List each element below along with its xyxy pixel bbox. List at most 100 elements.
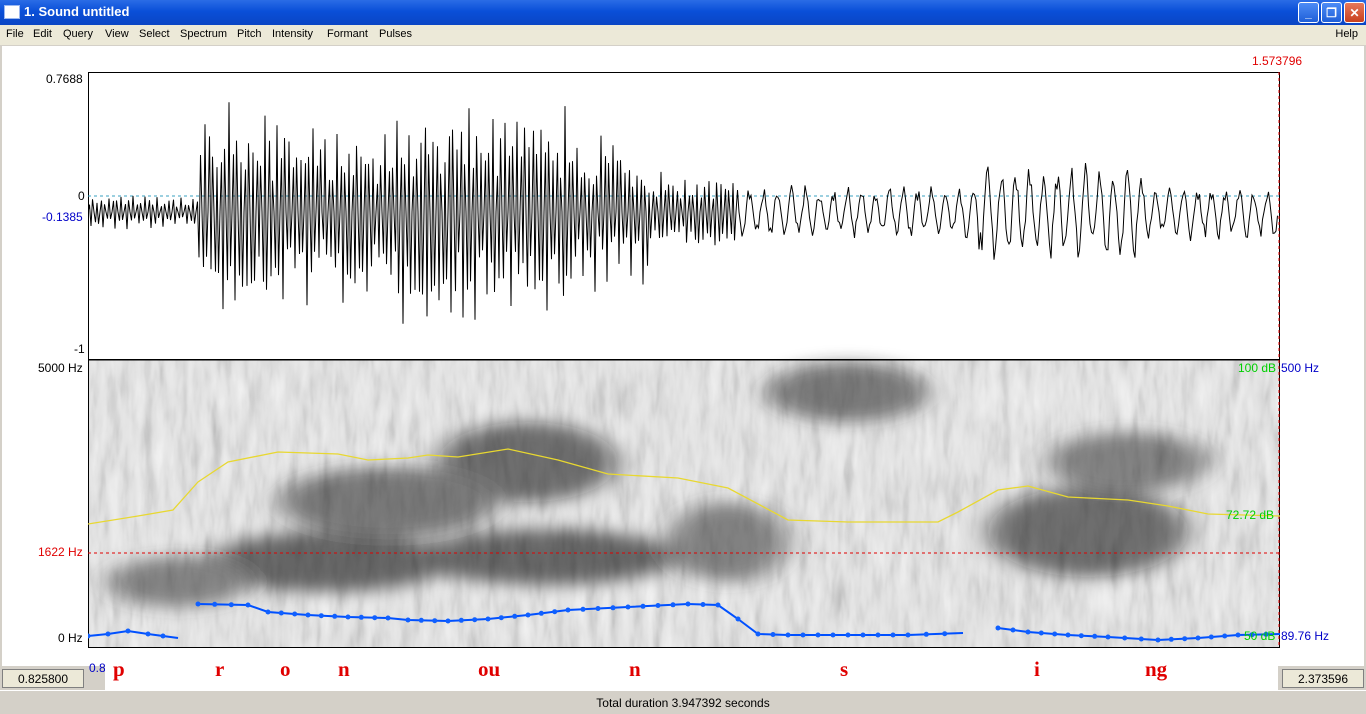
segment-label[interactable]: p — [113, 657, 125, 682]
pitch-marker — [1025, 629, 1031, 635]
waveform-min-label: -1 — [74, 342, 85, 356]
menu-help[interactable]: Help — [1335, 28, 1358, 40]
pitch-marker — [815, 632, 821, 638]
pitch-marker — [1092, 633, 1098, 639]
plot-svg: 100 dB 72.72 dB 50 dB — [88, 72, 1280, 648]
pitch-marker — [332, 613, 338, 619]
menu-intensity[interactable]: Intensity — [272, 28, 313, 40]
pitch-marker — [640, 603, 646, 609]
pitch-marker — [358, 614, 364, 620]
app-icon — [4, 5, 20, 19]
pitch-value-label: 89.76 Hz — [1281, 629, 1330, 643]
pitch-marker — [735, 616, 741, 622]
pitch-marker — [845, 632, 851, 638]
segment-label[interactable]: s — [840, 657, 848, 682]
total-duration[interactable]: Total duration 3.947392 seconds — [0, 696, 1366, 710]
segment-label[interactable]: n — [629, 657, 641, 682]
spectrogram-bottom-freq: 0 Hz — [58, 631, 83, 645]
segment-label[interactable]: i — [1034, 657, 1040, 682]
pitch-marker — [472, 617, 478, 623]
view-start-partial: 0.8 — [89, 661, 106, 675]
minimize-button[interactable]: _ — [1298, 2, 1319, 23]
pitch-marker — [212, 601, 218, 607]
pitch-marker — [715, 602, 721, 608]
pitch-marker — [432, 618, 438, 624]
pitch-marker — [890, 632, 896, 638]
pitch-marker — [498, 615, 504, 621]
pitch-marker — [145, 631, 151, 637]
pitch-marker — [1038, 630, 1044, 636]
menu-select[interactable]: Select — [139, 28, 170, 40]
pitch-marker — [125, 628, 131, 634]
pitch-marker — [770, 632, 776, 637]
pitch-marker — [195, 601, 201, 607]
pitch-marker — [405, 617, 411, 623]
menu-query[interactable]: Query — [63, 28, 93, 40]
plot-panel[interactable]: 100 dB 72.72 dB 50 dB — [88, 72, 1280, 648]
pitch-marker — [278, 610, 284, 616]
pitch-marker — [418, 617, 424, 623]
pitch-marker — [525, 612, 531, 618]
pitch-marker — [538, 610, 544, 616]
segment-label[interactable]: o — [280, 657, 291, 682]
pitch-marker — [800, 632, 806, 638]
menu-formant[interactable]: Formant — [327, 28, 368, 40]
pitch-marker — [1235, 632, 1241, 638]
pitch-marker — [1222, 633, 1228, 639]
waveform-zero-label: 0 — [78, 189, 85, 203]
pitch-marker — [160, 633, 166, 639]
segment-label[interactable]: n — [338, 657, 350, 682]
menu-pitch[interactable]: Pitch — [237, 28, 261, 40]
pitch-marker — [1155, 637, 1161, 643]
pitch-marker — [292, 611, 298, 617]
pitch-marker — [1078, 633, 1084, 639]
pitch-marker — [1195, 635, 1201, 641]
pitch-marker — [245, 602, 251, 608]
pitch-marker — [1122, 635, 1128, 641]
pitch-marker — [458, 617, 464, 623]
pitch-marker — [305, 612, 311, 618]
pitch-marker — [1208, 634, 1214, 640]
segment-label[interactable]: ou — [478, 657, 500, 682]
view-start-time[interactable]: 0.825800 — [2, 669, 84, 688]
pitch-marker — [860, 632, 866, 638]
status-bar: Total duration 3.947392 seconds — [0, 690, 1366, 714]
pitch-marker — [485, 616, 491, 622]
cursor-frequency-label: 1622 Hz — [38, 545, 83, 559]
pitch-marker — [512, 613, 518, 619]
pitch-marker — [265, 609, 271, 615]
menu-file[interactable]: File — [6, 28, 24, 40]
pitch-marker — [105, 631, 111, 637]
pitch-marker — [625, 604, 631, 610]
pitch-marker — [345, 614, 351, 620]
pitch-marker — [1138, 636, 1144, 642]
pitch-marker — [1052, 631, 1058, 637]
pitch-marker — [923, 631, 929, 637]
pitch-marker — [942, 631, 948, 637]
segment-label[interactable]: ng — [1145, 657, 1167, 682]
pitch-marker — [830, 632, 836, 638]
menu-spectrum[interactable]: Spectrum — [180, 28, 227, 40]
waveform-max-label: 0.7688 — [46, 72, 83, 86]
pitch-marker — [995, 625, 1001, 631]
intensity-min-label: 50 dB — [1244, 629, 1275, 643]
pitch-marker — [372, 615, 378, 621]
waveform-cursor-value: -0.1385 — [42, 210, 83, 224]
close-button[interactable]: ✕ — [1344, 2, 1365, 23]
window-title: 1. Sound untitled — [24, 4, 130, 19]
view-end-time[interactable]: 2.373596 — [1282, 669, 1364, 688]
intensity-value-label: 72.72 dB — [1226, 508, 1274, 522]
pitch-marker — [1010, 627, 1016, 633]
intensity-max-label: 100 dB — [1238, 361, 1276, 375]
spectrogram-top-freq: 5000 Hz — [38, 361, 83, 375]
pitch-marker — [228, 602, 234, 608]
pitch-marker — [1182, 636, 1188, 642]
pitch-marker — [785, 632, 791, 638]
segment-label[interactable]: r — [215, 657, 224, 682]
menu-view[interactable]: View — [105, 28, 129, 40]
restore-button[interactable]: ❐ — [1321, 2, 1342, 23]
pitch-marker — [1065, 632, 1071, 638]
menu-pulses[interactable]: Pulses — [379, 28, 412, 40]
menu-edit[interactable]: Edit — [33, 28, 52, 40]
pitch-max-label: 500 Hz — [1281, 361, 1320, 375]
